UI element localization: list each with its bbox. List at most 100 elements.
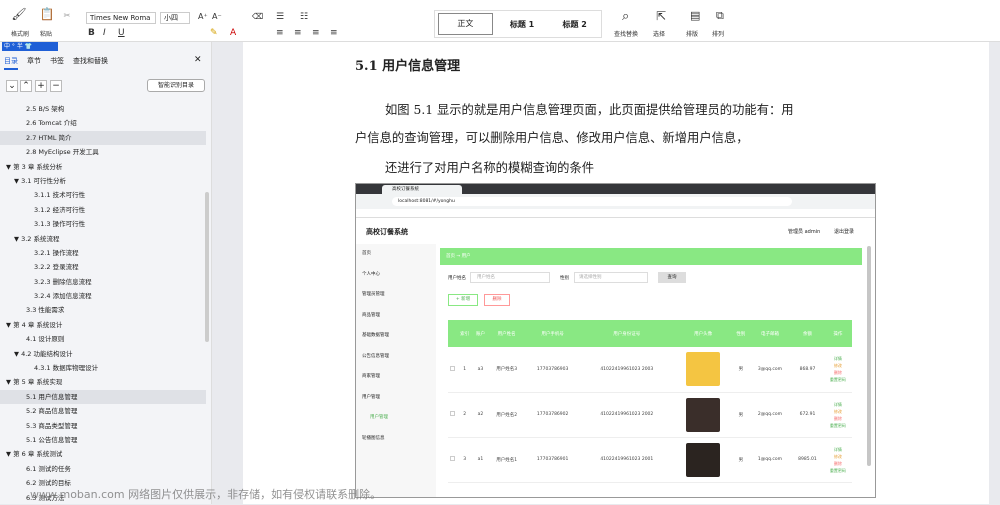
row-action: 删除 [833,460,842,466]
format-painter-icon[interactable]: 🖌 [10,6,28,22]
toc-item[interactable]: 3.1.3 操作可行性 [0,217,206,231]
toc-item[interactable]: 5.1 用户信息管理 [0,389,206,405]
cell-id: 41022419961023 2001 [580,437,674,483]
highlight-icon[interactable]: ✎ [210,28,218,38]
toc-item[interactable]: 5.1 公告信息管理 [0,433,206,447]
paste-icon[interactable]: 📋 [38,6,56,22]
avatar-cell [673,437,733,483]
cell-phone: 17703786903 [525,347,581,393]
toc-item[interactable]: 2.8 MyEclipse 开发工具 [0,145,206,159]
toc-item[interactable]: 2.6 Tomcat 介绍 [0,116,206,130]
arrange-icon[interactable]: ⧉ [716,9,724,23]
section-heading: 5.1 用户信息管理 [355,59,461,74]
breadcrumb: 首页 → 用户 [446,254,471,259]
align-right-icon[interactable]: ≡ [312,28,320,38]
toc-item[interactable]: ▼ 3.1 可行性分析 [0,174,206,188]
find-replace-icon[interactable]: ⌕ [622,9,629,24]
toc-item[interactable]: 5.2 商品信息管理 [0,404,206,418]
font-family-select[interactable]: Times New Roma [86,12,156,24]
toc-item[interactable]: 3.2.2 登录流程 [0,260,206,274]
tab-sections[interactable]: 章节 [27,56,41,70]
remove-heading-icon[interactable]: − [50,80,62,92]
ribbon-toolbar: 🖌 格式刷 📋 粘贴 ✂ Times New Roma 小四 A⁺ A⁻ ⌫ B… [0,0,1000,42]
toc-item[interactable]: 4.1 设计原则 [0,332,206,346]
justify-icon[interactable]: ≡ [330,28,338,38]
cell-gender: 男 [732,392,749,438]
shot-scrollbar [867,246,871,466]
clear-format-icon[interactable]: ⌫ [252,12,263,21]
user-table: 索引 账户 用户姓名 用户手机号 用户身份证号 用户头像 性别 电子邮箱 余额 操作 1 a3 用户姓… [448,320,852,483]
toc-item[interactable]: 5.3 商品类型管理 [0,419,206,433]
shrink-font-icon[interactable]: A⁻ [212,12,222,21]
font-size-select[interactable]: 小四 [160,12,190,24]
italic-icon[interactable]: I [103,28,106,38]
app-header: 高校订餐系统 管理员 admin 退出登录 [356,218,875,244]
find-replace-label[interactable]: 查找替换 [614,29,638,38]
tab-find-replace[interactable]: 查找和替换 [73,56,108,70]
tab-toc[interactable]: 目录 [4,56,18,70]
bullet-list-icon[interactable]: ☰ [276,12,284,22]
layout-icon[interactable]: ▤ [690,9,700,22]
document-page: 5.1 用户信息管理 如图 5.1 显示的就是用户信息管理页面，此页面提供给管理… [243,42,989,504]
arrange-label[interactable]: 排列 [712,29,724,38]
cell-idx: 3 [456,437,473,483]
row-actions: 详情 修改 删除 重置密码 [823,437,852,483]
toc-item[interactable]: 2.7 HTML 简介 [0,130,206,146]
cell-id: 41022419961023 2002 [580,392,674,438]
toc-item[interactable]: ▼ 3.2 系统流程 [0,232,206,246]
pane-scrollbar[interactable] [205,192,209,342]
collapse-icon[interactable]: ⌃ [20,80,32,92]
grow-font-icon[interactable]: A⁺ [198,12,208,21]
select-label[interactable]: 选择 [653,29,665,38]
toc-item[interactable]: 4.3.1 数据库物理设计 [0,361,206,375]
row-action: 重置密码 [829,377,846,383]
avatar-cell [673,347,733,393]
paste-label: 粘贴 [40,31,53,38]
font-color-icon[interactable]: A [230,28,236,38]
style-normal[interactable]: 正文 [438,13,493,35]
style-heading-2[interactable]: 标题 2 [548,19,601,30]
toc-item[interactable]: ▼ 第 4 章 系统设计 [0,318,206,332]
expand-icon[interactable]: ⌄ [6,80,18,92]
add-heading-icon[interactable]: + [35,80,47,92]
app-menu-item: 管理员管理 [362,292,385,297]
toc-item[interactable]: 2.5 B/S 架构 [0,102,206,116]
toc-item[interactable]: ▼ 4.2 功能结构设计 [0,347,206,361]
avatar [686,442,721,477]
table-row: 3 a1 用户姓名1 17703786901 41022419961023 2001 男 1… [448,437,852,483]
toc-item[interactable]: ▼ 第 5 章 系统实现 [0,375,206,389]
toc-item[interactable]: 3.2.4 添加信息流程 [0,289,206,303]
toc-item[interactable]: 3.1.1 技术可行性 [0,188,206,202]
layout-label[interactable]: 排版 [686,29,698,38]
row-actions: 详情 修改 删除 重置密码 [823,392,852,438]
align-left-icon[interactable]: ≡ [276,28,284,38]
app-menu-item: 用户管理 [370,415,388,420]
smart-toc-button[interactable]: 智能识别目录 [147,79,205,92]
row-action: 重置密码 [829,467,846,473]
toc-item[interactable]: 3.1.2 经济可行性 [0,203,206,217]
style-heading-1[interactable]: 标题 1 [496,19,549,30]
url-field: localhost:8081/#/yonghu [392,197,792,206]
toc-item[interactable]: 3.2.3 删除信息流程 [0,275,206,289]
number-list-icon[interactable]: ☷ [300,12,308,22]
toc-item[interactable]: ▼ 第 6 章 系统测试 [0,447,206,461]
format-painter-label: 格式刷 [11,31,30,38]
table-row: 2 a2 用户姓名2 17703786902 41022419961023 2002 男 2… [448,392,852,438]
row-checkbox [448,437,457,483]
table-row: 1 a3 用户姓名3 17703786903 41022419961023 2003 男 3… [448,347,852,393]
cell-email: 2@qq.com [748,392,792,438]
toc-item[interactable]: 3.2.1 操作流程 [0,246,206,260]
toc-item[interactable]: 6.1 测试的任务 [0,462,206,476]
align-center-icon[interactable]: ≡ [294,28,302,38]
cell-bal: 672.91 [791,392,824,438]
toc-item[interactable]: 3.3 性能需求 [0,303,206,317]
select-icon[interactable]: ⇱ [656,9,666,23]
tab-bookmarks[interactable]: 书签 [50,56,64,70]
bold-icon[interactable]: B [88,28,95,38]
close-pane-icon[interactable]: ✕ [194,55,202,65]
underline-icon[interactable]: U [118,28,125,38]
toc-item[interactable]: ▼ 第 3 章 系统分析 [0,160,206,174]
cut-icon[interactable]: ✂ [62,10,72,20]
table-header [448,320,457,347]
embedded-screenshot[interactable]: 高校订餐系统 localhost:8081/#/yonghu 高校订餐系统 管理… [355,183,876,498]
